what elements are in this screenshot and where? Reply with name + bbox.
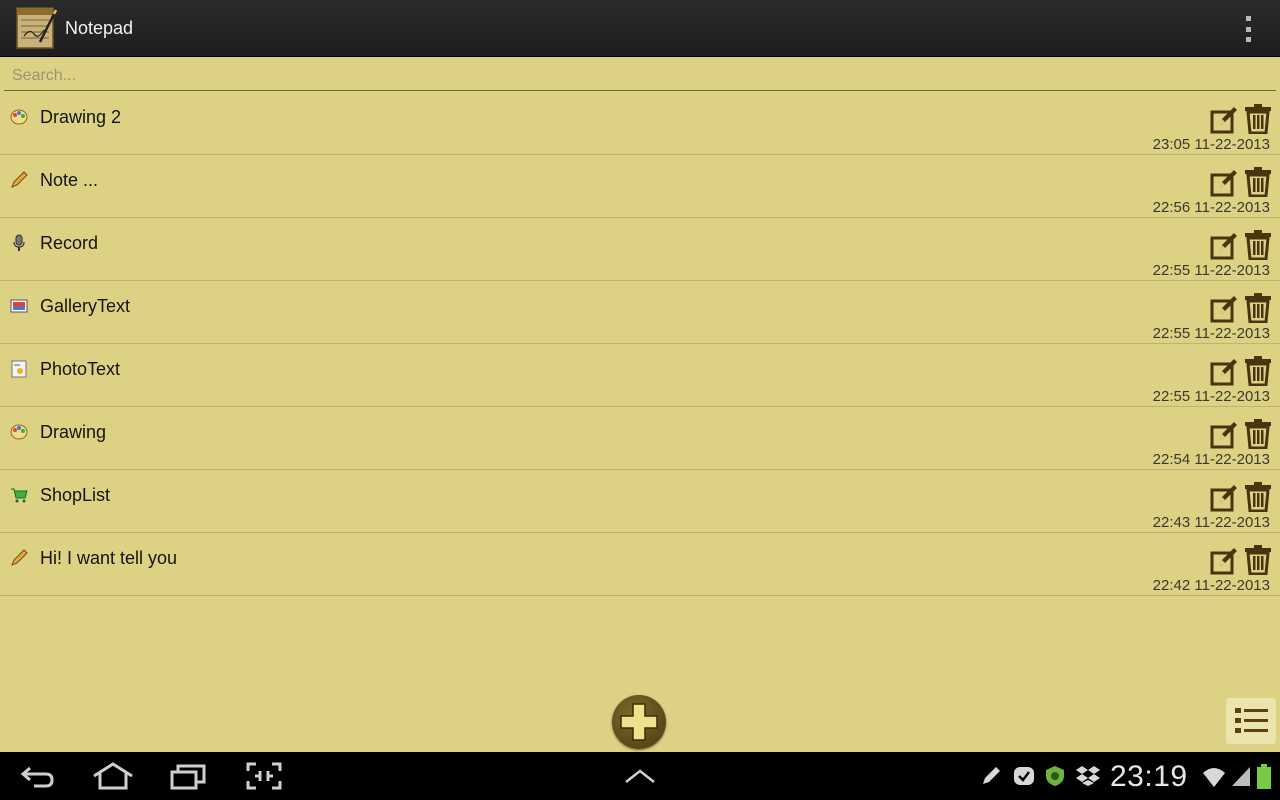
shoplist-note-icon [10,486,28,504]
note-timestamp: 23:05 11-22-2013 [1152,136,1270,153]
note-title: ShopList [40,485,111,505]
note-row[interactable]: GalleryText 22:55 11-22-2013 [0,281,1280,344]
edit-note-icon[interactable] [1210,169,1238,197]
security-shield-icon [1046,766,1064,786]
recent-apps-icon[interactable] [170,762,206,790]
edit-note-icon[interactable] [1210,232,1238,260]
delete-note-icon[interactable] [1244,545,1272,576]
note-timestamp: 22:56 11-22-2013 [1152,199,1270,216]
expand-up-icon[interactable] [624,768,656,784]
audio-note-icon [10,234,28,252]
delete-note-icon[interactable] [1244,356,1272,387]
note-timestamp: 22:42 11-22-2013 [1152,577,1270,594]
add-note-button[interactable] [612,695,666,749]
note-row[interactable]: ShopList 22:43 11-22-2013 [0,470,1280,533]
edit-note-icon[interactable] [1210,106,1238,134]
battery-icon [1257,764,1271,789]
signal-icon [1232,767,1250,786]
overflow-menu-icon[interactable] [1236,14,1260,44]
note-title: Drawing [40,422,107,442]
drawing-note-icon [10,108,28,126]
edit-note-icon[interactable] [1210,421,1238,449]
notes-list: Drawing 2 23:05 11-22-2013 Note ... 22:56 1… [0,92,1280,596]
note-timestamp: 22:54 11-22-2013 [1152,451,1270,468]
text-note-icon [10,171,28,189]
gallery-note-icon [10,297,28,315]
screenshot-icon[interactable] [246,762,282,790]
delete-note-icon[interactable] [1244,167,1272,198]
check-notification-icon [1014,767,1034,785]
note-timestamp: 22:55 11-22-2013 [1152,388,1270,405]
note-row[interactable]: Note ... 22:56 11-22-2013 [0,155,1280,218]
pen-notification-icon [983,767,1000,784]
note-row[interactable]: Drawing 22:54 11-22-2013 [0,407,1280,470]
plus-icon [620,703,658,741]
note-row[interactable]: Drawing 2 23:05 11-22-2013 [0,92,1280,155]
edit-note-icon[interactable] [1210,484,1238,512]
note-timestamp: 22:55 11-22-2013 [1152,262,1270,279]
search-input[interactable] [4,61,1276,91]
edit-note-icon[interactable] [1210,295,1238,323]
note-row[interactable]: Hi! I want tell you 22:42 11-22-2013 [0,533,1280,596]
status-clock: 23:19 [1110,760,1188,793]
wifi-icon [1203,768,1225,787]
note-title: GalleryText [40,296,131,316]
delete-note-icon[interactable] [1244,482,1272,513]
note-timestamp: 22:55 11-22-2013 [1152,325,1270,342]
list-view-button[interactable] [1226,698,1276,744]
delete-note-icon[interactable] [1244,293,1272,324]
text-note-icon [10,549,28,567]
dropbox-icon [1076,766,1100,786]
notes-content: Drawing 2 23:05 11-22-2013 Note ... 22:56 1… [0,57,1280,751]
note-row[interactable]: Record 22:55 11-22-2013 [0,218,1280,281]
edit-note-icon[interactable] [1210,358,1238,386]
notepad-app-icon [16,7,58,49]
note-title: Hi! I want tell you [40,548,178,568]
action-bar: Notepad [0,0,1280,57]
delete-note-icon[interactable] [1244,419,1272,450]
note-title: Note ... [40,170,99,190]
note-row[interactable]: PhotoText 22:55 11-22-2013 [0,344,1280,407]
home-icon[interactable] [92,762,134,790]
photo-note-icon [10,360,28,378]
drawing-note-icon [10,423,28,441]
delete-note-icon[interactable] [1244,104,1272,135]
delete-note-icon[interactable] [1244,230,1272,261]
system-navigation-bar: 23:19 [0,752,1280,800]
note-title: Drawing 2 [40,107,122,127]
app-title: Notepad [65,18,134,38]
edit-note-icon[interactable] [1210,547,1238,575]
note-title: Record [40,233,99,253]
list-icon [1235,708,1268,733]
note-timestamp: 22:43 11-22-2013 [1152,514,1270,531]
note-title: PhotoText [40,359,121,379]
back-icon[interactable] [20,762,56,790]
